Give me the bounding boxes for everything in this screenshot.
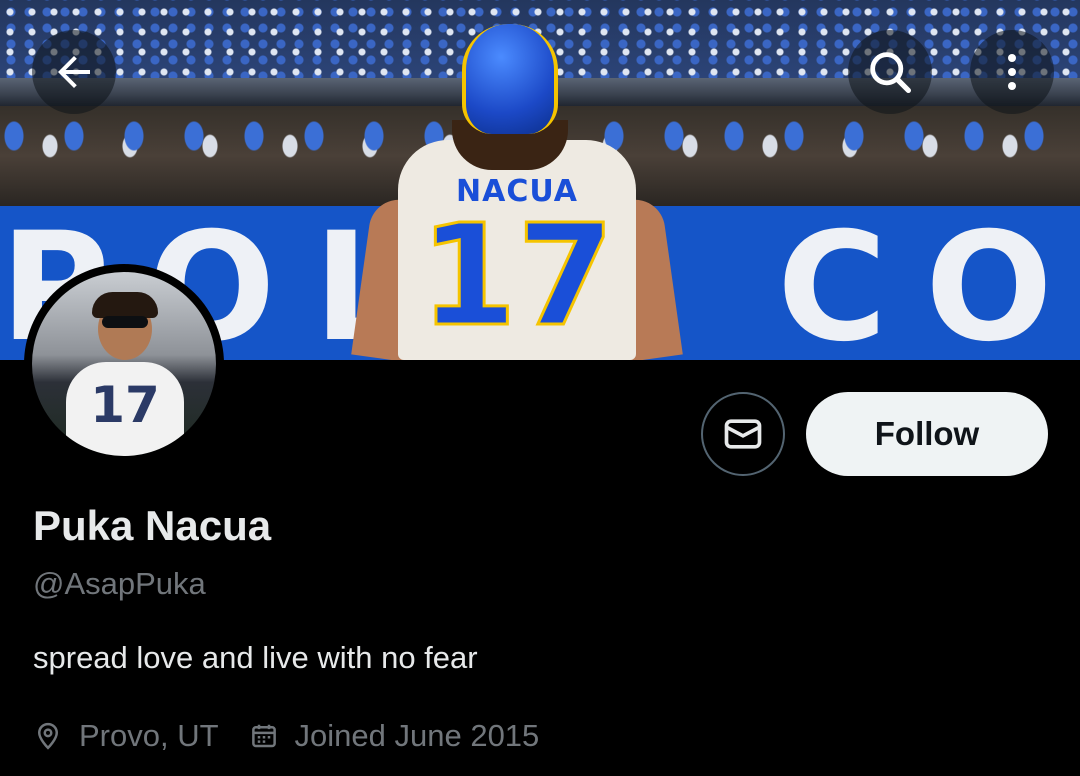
more-vertical-icon xyxy=(1008,54,1016,90)
profile-avatar[interactable]: 17 xyxy=(24,264,224,464)
search-button[interactable] xyxy=(848,30,932,114)
joined-item: Joined June 2015 xyxy=(249,718,540,754)
location-text: Provo, UT xyxy=(79,718,219,753)
location-pin-icon xyxy=(33,721,63,751)
calendar-icon xyxy=(249,721,279,751)
avatar-jersey-number: 17 xyxy=(90,376,160,434)
player-helmet xyxy=(462,24,558,134)
back-button[interactable] xyxy=(32,30,116,114)
message-button[interactable] xyxy=(701,392,785,476)
player-jersey: NACUA 17 xyxy=(398,140,636,360)
location-item: Provo, UT xyxy=(33,718,219,754)
jersey-number: 17 xyxy=(418,195,616,358)
display-name: Puka Nacua xyxy=(33,502,272,549)
banner-player: NACUA 17 xyxy=(351,20,683,360)
avatar-sunglasses xyxy=(102,316,148,328)
avatar-photo: 17 xyxy=(32,272,216,456)
more-options-button[interactable] xyxy=(970,30,1054,114)
user-bio: spread love and live with no fear xyxy=(33,640,478,675)
user-handle: @AsapPuka xyxy=(33,566,206,601)
search-icon xyxy=(870,52,912,94)
follow-button[interactable]: Follow xyxy=(806,392,1048,476)
joined-date-text: Joined June 2015 xyxy=(294,718,540,753)
mail-icon xyxy=(724,419,762,449)
avatar-hair xyxy=(92,292,158,318)
arrow-left-icon xyxy=(58,56,90,88)
profile-meta: Provo, UT Joined June 2015 xyxy=(33,715,569,757)
